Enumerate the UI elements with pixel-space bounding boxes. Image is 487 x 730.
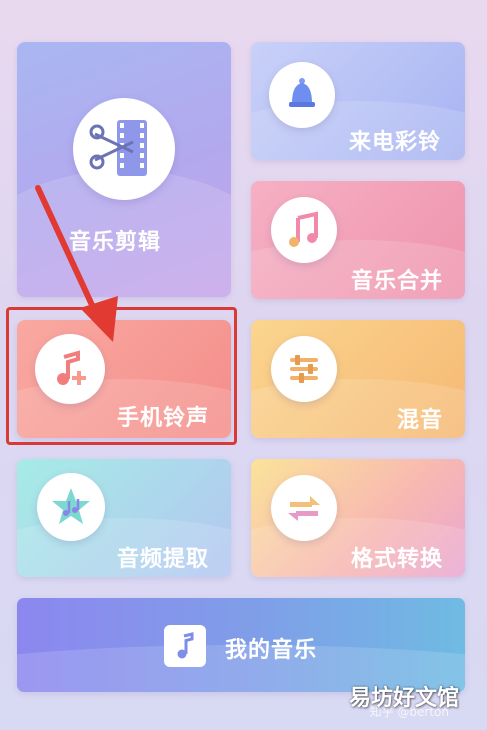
audio-extract-tile[interactable]: 音频提取 (17, 459, 231, 577)
audio-extract-label: 音频提取 (117, 547, 210, 572)
call-ringtone-label: 来电彩铃 (349, 130, 442, 155)
watermark: 易坊好文馆 (348, 686, 459, 711)
music-merge-label: 音乐合并 (351, 269, 444, 294)
music-edit-label: 音乐剪辑 (69, 230, 162, 255)
bell-icon (269, 62, 335, 128)
star-music-icon (37, 473, 105, 541)
scissors-film-icon (73, 98, 175, 200)
convert-arrows-icon (271, 475, 337, 541)
mix-label: 混音 (397, 408, 444, 433)
music-note-icon (164, 625, 206, 667)
format-convert-label: 格式转换 (351, 547, 444, 572)
highlight-box (6, 307, 237, 445)
my-music-label: 我的音乐 (225, 638, 318, 663)
music-note-icon (271, 197, 337, 263)
equalizer-icon (271, 336, 337, 402)
mix-tile[interactable]: 混音 (251, 320, 465, 438)
call-ringtone-tile[interactable]: 来电彩铃 (251, 42, 465, 160)
music-edit-tile[interactable]: 音乐剪辑 (17, 42, 231, 297)
my-music-button[interactable]: 我的音乐 (17, 598, 465, 692)
format-convert-tile[interactable]: 格式转换 (251, 459, 465, 577)
music-merge-tile[interactable]: 音乐合并 (251, 181, 465, 299)
